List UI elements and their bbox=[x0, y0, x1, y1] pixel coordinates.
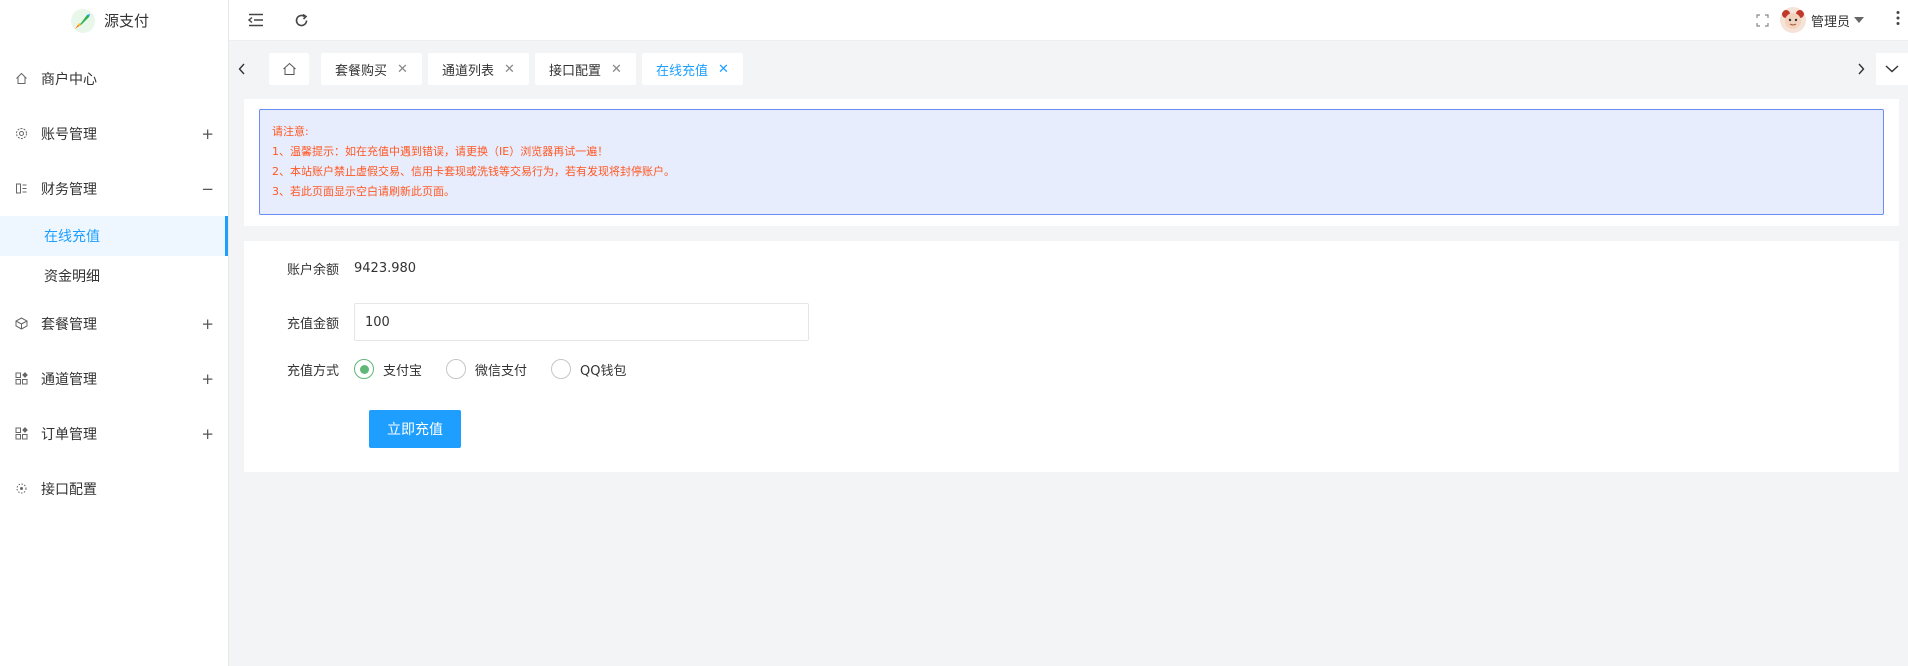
expand-icon[interactable]: + bbox=[201, 425, 214, 443]
tab-label: 在线充值 bbox=[656, 63, 709, 79]
sidebar-item-label: 订单管理 bbox=[41, 426, 97, 443]
radio-unchecked-icon bbox=[551, 359, 572, 379]
tab-home[interactable] bbox=[269, 53, 309, 85]
notice-line: 2、本站账户禁止虚假交易、信用卡套现或洗钱等交易行为，若有发现将封停账户。 bbox=[272, 165, 675, 178]
expand-icon[interactable]: + bbox=[201, 315, 214, 333]
notice-line: 3、若此页面显示空白请刷新此页面。 bbox=[272, 185, 455, 198]
recharge-now-button[interactable]: 立即充值 bbox=[369, 410, 461, 448]
radio-label: 微信支付 bbox=[475, 363, 528, 379]
more-vertical-icon[interactable] bbox=[1896, 10, 1900, 30]
rocket-logo-icon bbox=[71, 8, 95, 33]
tabs-scroll-left-icon[interactable] bbox=[229, 53, 255, 85]
close-icon[interactable]: ✕ bbox=[718, 62, 729, 77]
tab-package-purchase[interactable]: 套餐购买 ✕ bbox=[321, 53, 422, 85]
package-icon bbox=[14, 317, 28, 331]
sidebar-item-orders[interactable]: 订单管理 + bbox=[0, 406, 228, 461]
radio-label: QQ钱包 bbox=[580, 363, 627, 379]
api-icon bbox=[14, 482, 28, 496]
chevron-down-icon bbox=[1854, 17, 1864, 23]
app-name: 源支付 bbox=[104, 12, 150, 30]
top-header: 管理员 bbox=[229, 0, 1908, 41]
finance-icon bbox=[14, 182, 28, 196]
radio-alipay[interactable]: 支付宝 bbox=[354, 359, 422, 379]
notice-box: 请注意: 1、温馨提示：如在充值中遇到错误，请更换（IE）浏览器再试一遍！ 2、… bbox=[259, 109, 1884, 215]
tab-channel-list[interactable]: 通道列表 ✕ bbox=[428, 53, 529, 85]
logo[interactable]: 源支付 bbox=[0, 0, 228, 41]
gear-icon bbox=[14, 127, 28, 141]
radio-unchecked-icon bbox=[446, 359, 467, 379]
balance-row: 账户余额 9423.980 bbox=[244, 254, 416, 282]
sidebar-item-channel[interactable]: 通道管理 + bbox=[0, 351, 228, 406]
balance-label: 账户余额 bbox=[286, 262, 339, 278]
refresh-icon[interactable] bbox=[291, 10, 311, 30]
radio-wechat-pay[interactable]: 微信支付 bbox=[446, 359, 527, 379]
balance-value: 9423.980 bbox=[354, 260, 417, 276]
finance-submenu: 在线充值 资金明细 bbox=[0, 216, 228, 296]
tab-label: 通道列表 bbox=[442, 63, 495, 79]
radio-label: 支付宝 bbox=[383, 363, 423, 379]
close-icon[interactable]: ✕ bbox=[397, 62, 408, 77]
home-icon bbox=[14, 72, 28, 86]
sidebar-item-label: 财务管理 bbox=[41, 181, 97, 198]
menu-fold-icon[interactable] bbox=[246, 10, 266, 30]
collapse-icon[interactable]: − bbox=[201, 180, 214, 198]
amount-input[interactable] bbox=[354, 303, 809, 341]
tab-label: 套餐购买 bbox=[335, 63, 388, 79]
sidebar-item-online-recharge[interactable]: 在线充值 bbox=[0, 216, 228, 256]
tabs-scroll-right-icon[interactable] bbox=[1848, 53, 1874, 85]
notice-title: 请注意: bbox=[272, 125, 309, 138]
sidebar-item-fund-details[interactable]: 资金明细 bbox=[0, 256, 228, 296]
home-icon bbox=[282, 62, 296, 75]
tabs-bar: 套餐购买 ✕ 通道列表 ✕ 接口配置 ✕ 在线充值 ✕ bbox=[229, 41, 1908, 86]
close-icon[interactable]: ✕ bbox=[611, 62, 622, 77]
sidebar-item-api-config[interactable]: 接口配置 bbox=[0, 461, 228, 516]
notice-line: 1、温馨提示：如在充值中遇到错误，请更换（IE）浏览器再试一遍！ bbox=[272, 145, 609, 158]
sidebar-menu: 商户中心 账号管理 + 财务管理 − 在线充值 资金明细 套餐管理 + 通道管理… bbox=[0, 51, 228, 516]
tab-online-recharge[interactable]: 在线充值 ✕ bbox=[642, 53, 743, 85]
grid-icon bbox=[14, 427, 28, 441]
amount-row: 充值金额 bbox=[244, 303, 809, 341]
sidebar: 源支付 商户中心 账号管理 + 财务管理 − 在线充值 资金明细 套餐管理 + … bbox=[0, 0, 229, 666]
submit-row: 立即充值 bbox=[369, 410, 461, 448]
grid-icon bbox=[14, 372, 28, 386]
sidebar-item-label: 接口配置 bbox=[41, 481, 97, 498]
radio-qq-wallet[interactable]: QQ钱包 bbox=[551, 359, 627, 379]
tabs-dropdown-icon[interactable] bbox=[1876, 53, 1908, 85]
avatar bbox=[1779, 7, 1806, 33]
method-row: 充值方式 支付宝 微信支付 QQ钱包 bbox=[244, 355, 651, 383]
amount-label: 充值金额 bbox=[286, 316, 339, 332]
sidebar-item-label: 通道管理 bbox=[41, 371, 97, 388]
recharge-form: 账户余额 9423.980 充值金额 充值方式 支付宝 微信支付 QQ钱包 立即… bbox=[244, 241, 1899, 472]
user-menu[interactable]: 管理员 bbox=[1779, 7, 1864, 33]
expand-icon[interactable]: + bbox=[201, 125, 214, 143]
sidebar-item-merchant-center[interactable]: 商户中心 bbox=[0, 51, 228, 106]
sidebar-item-label: 套餐管理 bbox=[41, 316, 97, 333]
sidebar-item-finance[interactable]: 财务管理 − bbox=[0, 161, 228, 216]
method-label: 充值方式 bbox=[286, 363, 339, 379]
sidebar-item-label: 商户中心 bbox=[41, 71, 97, 88]
tab-label: 接口配置 bbox=[549, 63, 602, 79]
notice-card: 请注意: 1、温馨提示：如在充值中遇到错误，请更换（IE）浏览器再试一遍！ 2、… bbox=[244, 99, 1899, 226]
sidebar-item-label: 账号管理 bbox=[41, 126, 97, 143]
radio-checked-icon bbox=[354, 359, 374, 379]
sidebar-item-account[interactable]: 账号管理 + bbox=[0, 106, 228, 161]
fullscreen-icon[interactable] bbox=[1752, 10, 1772, 30]
user-name: 管理员 bbox=[1810, 14, 1850, 30]
sidebar-item-package[interactable]: 套餐管理 + bbox=[0, 296, 228, 351]
close-icon[interactable]: ✕ bbox=[504, 62, 515, 77]
tab-api-config[interactable]: 接口配置 ✕ bbox=[535, 53, 636, 85]
expand-icon[interactable]: + bbox=[201, 370, 214, 388]
